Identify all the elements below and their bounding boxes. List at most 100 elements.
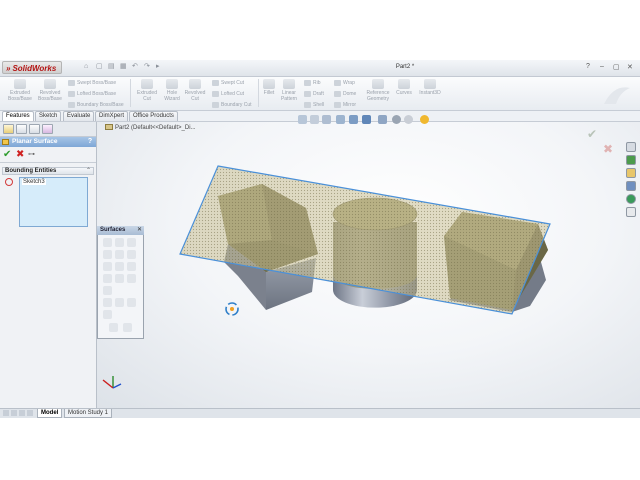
help-icon[interactable]: ?: [586, 63, 590, 70]
tab-evaluate[interactable]: Evaluate: [63, 111, 95, 121]
tab-sketch[interactable]: Sketch: [35, 111, 62, 121]
file-explorer-icon[interactable]: [626, 168, 636, 178]
planar-surface-button-icon[interactable]: [127, 250, 136, 259]
linear-pattern-button[interactable]: Linear Pattern: [277, 79, 301, 102]
appearances-icon[interactable]: [626, 194, 636, 204]
tab-motion-study-1[interactable]: Motion Study 1: [64, 409, 113, 418]
ruled-surface-icon[interactable]: [127, 262, 136, 271]
custom-properties-icon[interactable]: [626, 207, 636, 217]
bounding-entities-group[interactable]: Bounding Entities: [2, 167, 94, 175]
scroll-prev-icon[interactable]: [11, 410, 17, 416]
extruded-boss-base-button[interactable]: Extruded Boss/Base: [4, 79, 36, 102]
dome-button[interactable]: Dome: [334, 91, 356, 97]
rib-button[interactable]: Rib: [304, 80, 321, 86]
revolved-surface-icon[interactable]: [115, 238, 124, 247]
reference-geometry-icon: [372, 79, 384, 89]
ds-watermark-icon: [604, 87, 630, 104]
lofted-cut-button[interactable]: Lofted Cut: [212, 91, 244, 97]
zoom-to-fit-icon[interactable]: [298, 115, 307, 124]
rotate-cursor-icon: [225, 302, 239, 316]
collapse-chevron-icon[interactable]: ⌃: [86, 167, 91, 175]
new-document-icon[interactable]: ⌂: [84, 62, 88, 72]
ok-button[interactable]: ✔: [3, 149, 11, 161]
section-view-icon[interactable]: [336, 115, 345, 124]
untrim-surface-icon[interactable]: [103, 298, 112, 307]
select-arrow-icon[interactable]: ▸: [156, 62, 160, 72]
reference-geometry-button[interactable]: Reference Geometry: [362, 79, 394, 102]
offset-surface-icon[interactable]: [103, 262, 112, 271]
apply-scene-icon[interactable]: [404, 115, 413, 124]
radiate-surface-icon[interactable]: [115, 262, 124, 271]
scroll-next-icon[interactable]: [19, 410, 25, 416]
lofted-boss-base-button[interactable]: Lofted Boss/Base: [68, 91, 116, 97]
delete-face-icon[interactable]: [115, 298, 124, 307]
tab-dimxpert[interactable]: DimXpert: [95, 111, 129, 121]
previous-view-icon[interactable]: [322, 115, 331, 124]
swept-surface-icon[interactable]: [127, 238, 136, 247]
confirmation-cancel-button[interactable]: ✖: [603, 142, 613, 156]
revolved-cut-button[interactable]: Revolved Cut: [181, 79, 209, 102]
maximize-button[interactable]: ▢: [613, 63, 620, 71]
tab-model[interactable]: Model: [37, 409, 63, 418]
thicken-icon[interactable]: [103, 310, 112, 319]
cut-revolve-icon: [189, 79, 201, 89]
undo-icon[interactable]: ↶: [132, 62, 138, 72]
close-icon[interactable]: ✕: [136, 227, 143, 234]
help-button[interactable]: ?: [86, 137, 94, 146]
instant3d-button[interactable]: Instant3D: [416, 79, 444, 96]
resources-icon[interactable]: [626, 142, 636, 152]
redo-icon[interactable]: ↷: [144, 62, 150, 72]
dimxpertmanager-tab-icon[interactable]: [42, 124, 53, 134]
view-orientation-icon[interactable]: [349, 115, 358, 124]
view-settings-icon[interactable]: [420, 115, 429, 124]
save-icon[interactable]: ▤: [108, 62, 115, 72]
move-face-icon[interactable]: [109, 323, 118, 332]
shell-button[interactable]: Shell: [304, 102, 324, 108]
propertymanager-tab-icon[interactable]: [16, 124, 27, 134]
lofted-surface-icon[interactable]: [103, 250, 112, 259]
solidworks-logo[interactable]: » SolidWorks: [2, 61, 62, 74]
featuremanager-tab-icon[interactable]: [3, 124, 14, 134]
wrap-button[interactable]: Wrap: [334, 80, 355, 86]
mirror-button[interactable]: Mirror: [334, 102, 356, 108]
trim-surface-icon[interactable]: [127, 274, 136, 283]
tab-features[interactable]: Features: [2, 111, 34, 121]
confirmation-ok-button[interactable]: ✔: [587, 127, 597, 141]
extruded-surface-icon[interactable]: [103, 238, 112, 247]
swept-cut-button[interactable]: Swept Cut: [212, 80, 244, 86]
selection-icon: [5, 178, 13, 186]
scroll-last-icon[interactable]: [27, 410, 33, 416]
edit-appearance-icon[interactable]: [392, 115, 401, 124]
replace-face-icon[interactable]: [127, 298, 136, 307]
view-palette-icon[interactable]: [626, 181, 636, 191]
list-item[interactable]: Sketch3: [22, 179, 46, 185]
cancel-button[interactable]: ✖: [16, 149, 24, 161]
model-scene[interactable]: [96, 122, 640, 408]
boundary-boss-base-button[interactable]: Boundary Boss/Base: [68, 102, 124, 108]
zoom-area-icon[interactable]: [310, 115, 319, 124]
open-icon[interactable]: ▢: [96, 62, 103, 72]
swept-boss-base-button[interactable]: Swept Boss/Base: [68, 80, 116, 86]
pin-icon[interactable]: ⊶: [28, 150, 35, 160]
revolved-boss-base-button[interactable]: Revolved Boss/Base: [34, 79, 66, 102]
print-icon[interactable]: ▦: [120, 62, 127, 72]
close-button[interactable]: ✕: [627, 63, 633, 71]
hide-show-icon[interactable]: [378, 115, 387, 124]
tab-office-products[interactable]: Office Products: [129, 111, 178, 121]
fill-surface-icon[interactable]: [103, 274, 112, 283]
curves-button[interactable]: Curves: [393, 79, 415, 96]
extend-surface-icon[interactable]: [103, 286, 112, 295]
minimize-button[interactable]: –: [600, 63, 604, 70]
scroll-first-icon[interactable]: [3, 410, 9, 416]
feature-tree-breadcrumb[interactable]: Part2 (Default<<Default>_Di...: [105, 124, 196, 131]
fillet-button[interactable]: Fillet: [259, 79, 279, 96]
knit-surface-icon[interactable]: [115, 274, 124, 283]
display-style-icon[interactable]: [362, 115, 371, 124]
configurationmanager-tab-icon[interactable]: [29, 124, 40, 134]
mid-surface-icon[interactable]: [123, 323, 132, 332]
draft-button[interactable]: Draft: [304, 91, 324, 97]
boundary-surface-icon[interactable]: [115, 250, 124, 259]
design-library-icon[interactable]: [626, 155, 636, 165]
boundary-cut-button[interactable]: Boundary Cut: [212, 102, 252, 108]
linear-pattern-icon: [283, 79, 295, 89]
